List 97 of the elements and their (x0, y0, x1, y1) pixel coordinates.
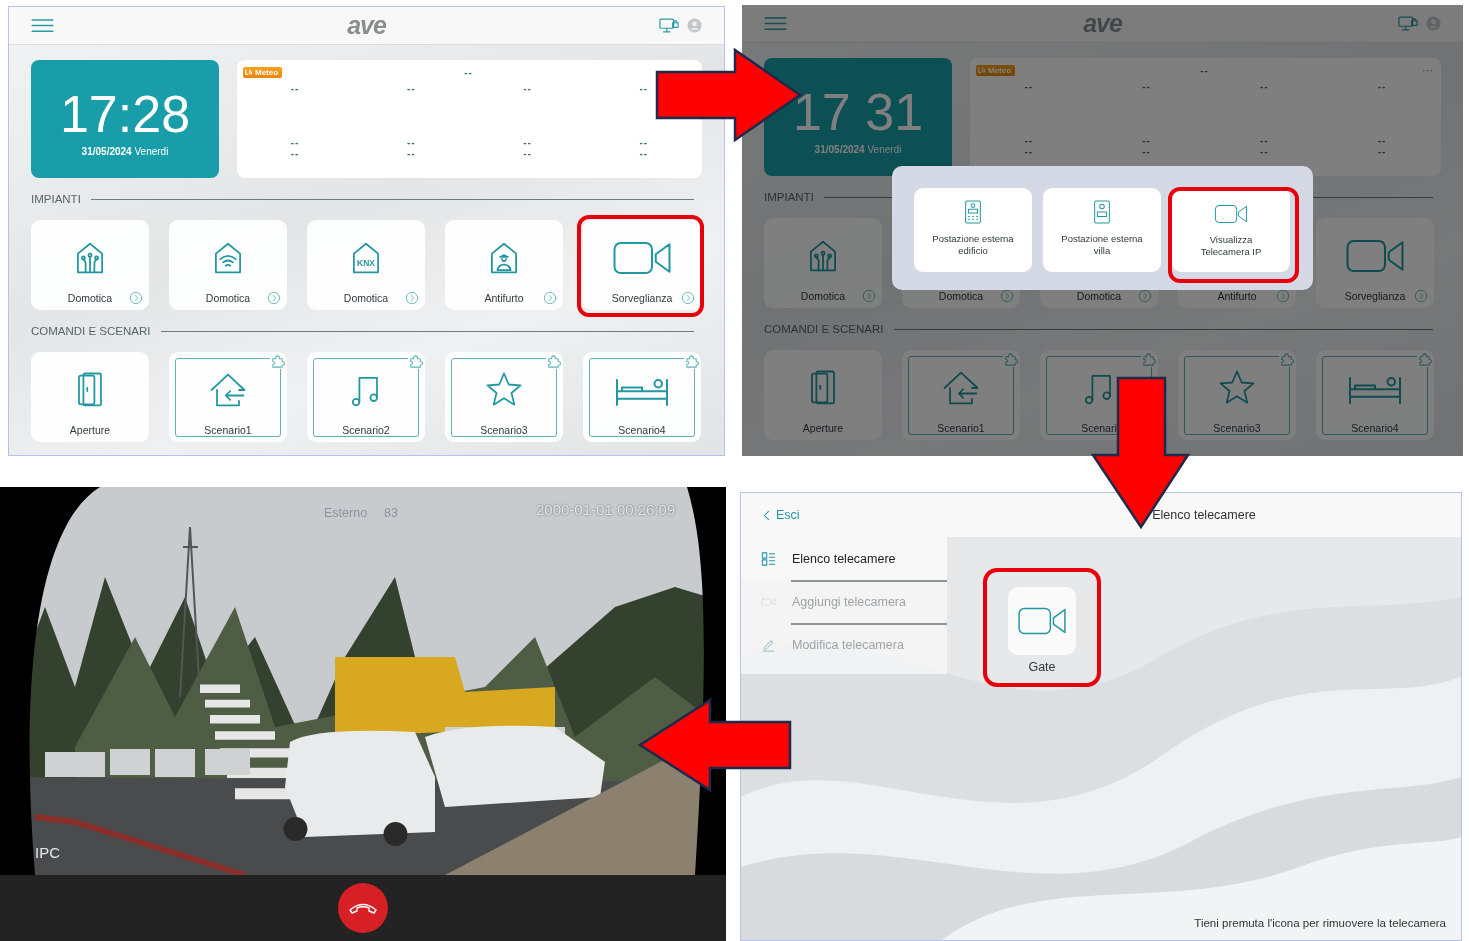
section-title: IMPIANTI (764, 191, 814, 203)
tile-button[interactable]: Scenario4 (583, 352, 701, 442)
weather-value: -- (1376, 81, 1388, 92)
list-icon (761, 551, 776, 566)
chevron-icon (862, 289, 876, 303)
tile-button[interactable]: Sorveglianza (1316, 218, 1434, 308)
puzzle-icon (1141, 352, 1156, 367)
tile-button[interactable]: Domotica (764, 218, 882, 308)
camera-number: 83 (384, 506, 398, 520)
chevron-icon (1414, 289, 1428, 303)
camera-button[interactable] (1008, 587, 1076, 655)
puzzle-icon (1003, 352, 1018, 367)
camera-name: Gate (1028, 660, 1056, 674)
weather-value: -- (407, 137, 416, 148)
tile-button[interactable]: Scenario2 (307, 352, 425, 442)
tile-button[interactable]: Aperture (31, 352, 149, 442)
weather-value: -- (1142, 146, 1151, 157)
tile-button[interactable]: Scenario4 (1316, 350, 1434, 440)
tile-button[interactable]: Scenario3 (445, 352, 563, 442)
icon-text: KNX (356, 258, 376, 268)
weather-value: -- (464, 66, 473, 78)
option-button[interactable]: Visualizza Telecamera IP (1172, 188, 1290, 272)
page-title: Elenco telecamere (1151, 508, 1257, 522)
weather-value: -- (1024, 135, 1034, 146)
intercom-icon (962, 199, 984, 225)
monitor-icon[interactable] (1398, 15, 1418, 32)
chevron-icon (1138, 289, 1152, 303)
tile-button[interactable]: Antifurto (445, 220, 563, 310)
weather-icon (245, 68, 253, 76)
puzzle-icon (1417, 352, 1432, 367)
option-button[interactable]: Postazione esterna edificio (914, 188, 1032, 272)
pencil-icon (761, 637, 776, 652)
weather-value: -- (1377, 135, 1387, 146)
chevron-icon (681, 291, 695, 305)
weather-value: -- (522, 83, 533, 94)
chevron-icon (267, 291, 281, 305)
camera-name: Esterno (324, 506, 368, 520)
weather-value: -- (1141, 81, 1152, 92)
badge-label: Meteo (988, 65, 1012, 75)
section-title: COMANDI E SCENARI (31, 325, 151, 337)
camera-icon (1214, 202, 1248, 226)
tile-button[interactable]: Aperture (764, 350, 882, 440)
user-icon[interactable] (687, 18, 702, 33)
weather-value: -- (1260, 135, 1269, 146)
back-chevron-icon (763, 508, 770, 522)
monitor-icon[interactable] (659, 17, 679, 34)
intercom-icon (1091, 199, 1113, 225)
weather-value: -- (1142, 135, 1151, 146)
puzzle-icon (546, 354, 561, 369)
hang-up-button[interactable] (338, 883, 388, 933)
section-title: IMPIANTI (31, 193, 81, 205)
source-label: IPC (35, 844, 60, 861)
weather-value: -- (406, 83, 417, 94)
weather-value: -- (1377, 146, 1387, 157)
chevron-icon (129, 291, 143, 305)
weather-value: -- (407, 148, 416, 159)
chevron-icon (405, 291, 419, 305)
tile-button[interactable]: Domotica (169, 220, 287, 310)
weather-value: -- (290, 137, 300, 148)
clock-date: 31/05/2024 Venerdi (814, 143, 902, 155)
weather-value: -- (1024, 146, 1034, 157)
weather-value: -- (639, 137, 649, 148)
weather-value: -- (523, 137, 532, 148)
menu-item[interactable]: Elenco telecamere (741, 537, 947, 580)
tile-button[interactable]: Scenario1 (169, 352, 287, 442)
section-title: COMANDI E SCENARI (764, 323, 884, 335)
weather-value: -- (1260, 146, 1269, 157)
weather-icon (978, 66, 986, 74)
chevron-icon (1000, 289, 1014, 303)
menu-icon[interactable] (764, 16, 787, 31)
tile-button[interactable]: KNX Domotica (307, 220, 425, 310)
weather-value: -- (290, 148, 300, 159)
clock-time: 17:28 (59, 85, 191, 142)
clock-time: 17 31 (792, 83, 924, 140)
puzzle-icon (408, 354, 423, 369)
weather-value: -- (638, 83, 650, 94)
tile-button[interactable]: Domotica (31, 220, 149, 310)
tile-button[interactable]: Scenario1 (902, 350, 1020, 440)
tile-button[interactable]: Sorveglianza (583, 220, 701, 310)
weather-value: -- (639, 148, 649, 159)
hint-text: Tieni premuta l'icona per rimuovere la telecamera (1194, 917, 1446, 929)
menu-icon[interactable] (31, 18, 54, 33)
badge-label: Meteo (255, 67, 279, 77)
puzzle-icon (1279, 352, 1294, 367)
weather-value: -- (1023, 81, 1035, 92)
option-button[interactable]: Postazione esterna villa (1043, 188, 1161, 272)
chevron-icon (1276, 289, 1290, 303)
logo: ave (347, 11, 386, 40)
clock-date: 31/05/2024 Venerdi (81, 145, 169, 157)
puzzle-icon (270, 354, 285, 369)
weather-value: -- (523, 148, 532, 159)
weather-value: -- (289, 83, 301, 94)
weather-value: -- (1259, 81, 1270, 92)
weather-value: -- (1200, 64, 1209, 76)
tile-button[interactable]: Scenario3 (1178, 350, 1296, 440)
puzzle-icon (684, 354, 699, 369)
chevron-icon (543, 291, 557, 305)
